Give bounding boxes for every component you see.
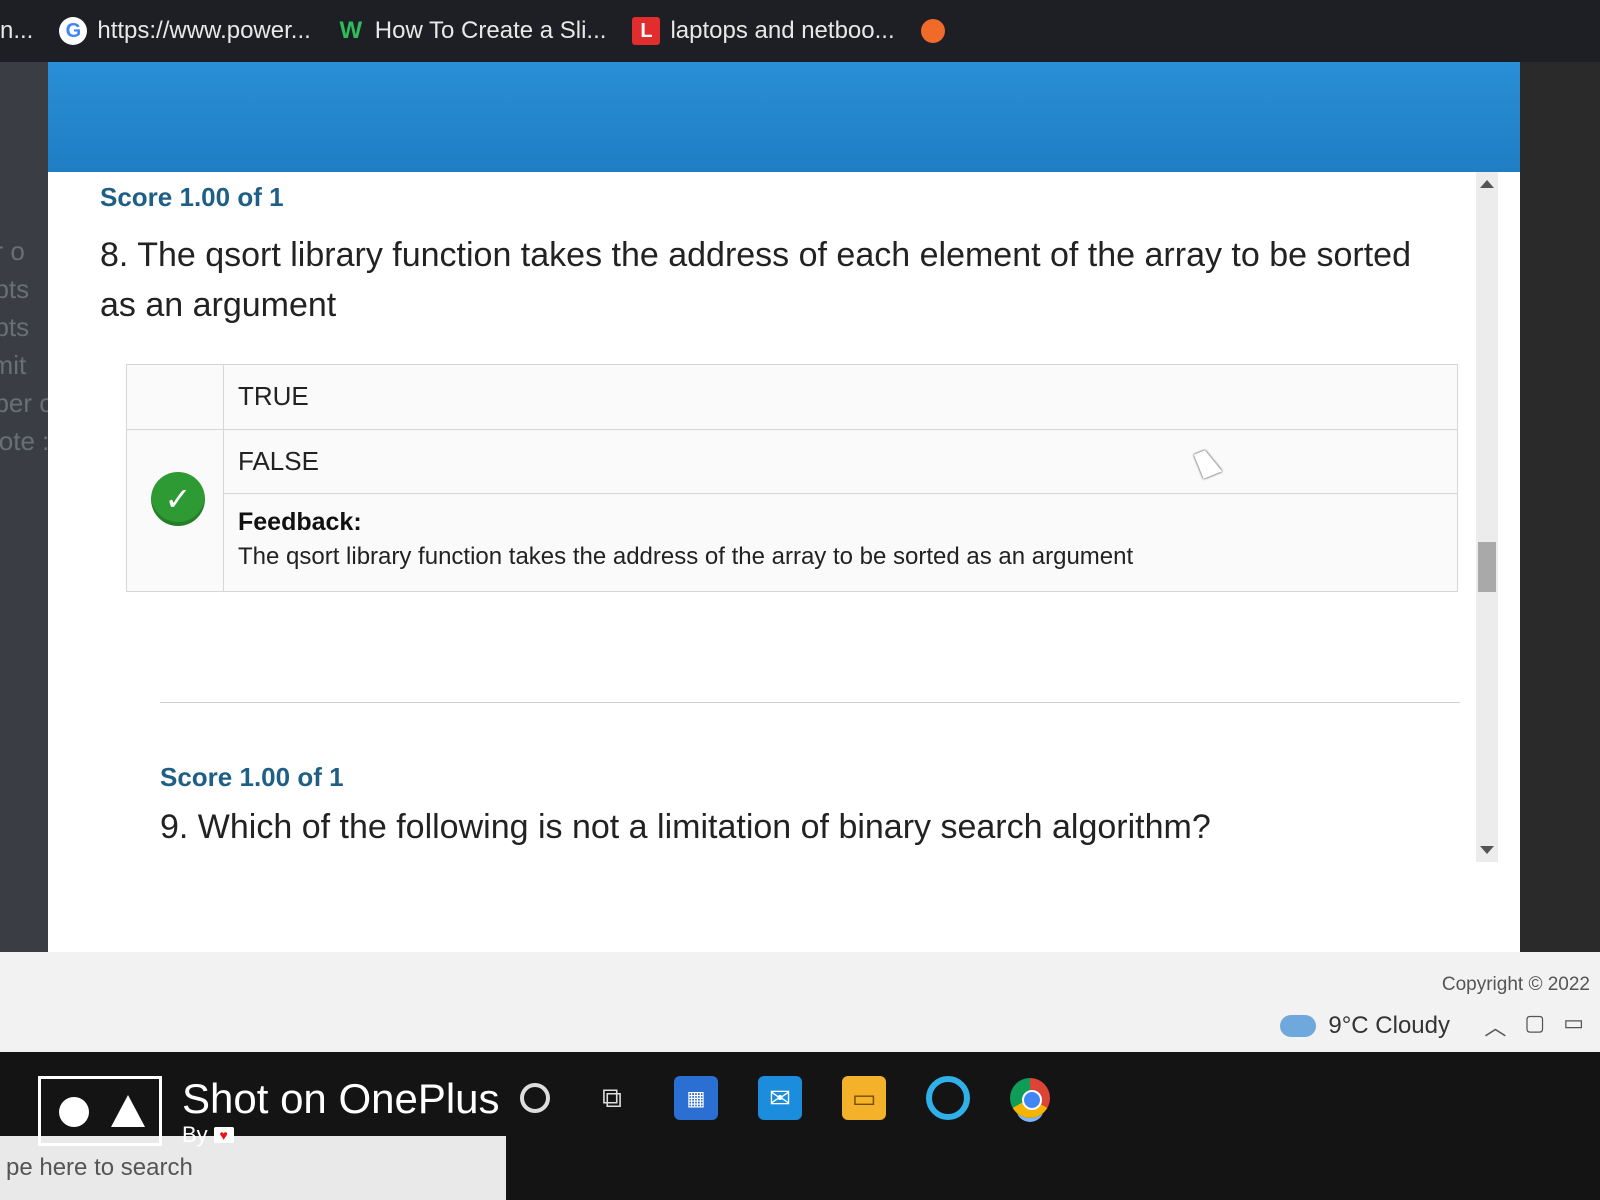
search-placeholder: pe here to search [6,1154,193,1181]
system-tray: ︿ ▢ ▭ [1484,1010,1584,1042]
scroll-down-arrow-icon[interactable] [1480,846,1494,854]
feedback-box: Feedback: The qsort library function tak… [224,494,1457,591]
weather-widget[interactable]: 9°C Cloudy [1280,1012,1450,1040]
bookmarks-bar: n... G https://www.power... W How To Cre… [0,0,1600,62]
correct-check-icon: ✓ [151,472,205,526]
scrollbar-thumb[interactable] [1478,542,1496,592]
mail-icon[interactable]: ✉ [758,1076,802,1120]
answer-table: TRUE ✓ FALSE Feedback: The qsort library… [126,364,1458,592]
left-panel: er o npts npts limit nber o Note : [0,62,48,952]
task-view-icon[interactable]: ⧉ [590,1076,634,1120]
copyright-text: Copyright © 2022 [1441,974,1590,995]
left-panel-text: Note : [0,426,48,456]
question-text: 8. The qsort library function takes the … [100,236,1411,324]
bookmark-item[interactable]: W How To Create a Sli... [337,17,607,45]
chevron-up-icon[interactable]: ︿ [1484,1010,1506,1042]
answer-label: TRUE [238,381,309,411]
device-icon[interactable]: ▢ [1524,1010,1545,1042]
left-panel-text: er o [0,236,25,266]
watermark-by: By ♥ [182,1122,500,1148]
watermark-by-label: By [182,1122,208,1147]
taskbar-apps: ⧉ ▦ ✉ ▭ [520,1076,1050,1120]
w-logo-icon: W [339,17,363,44]
bookmark-label: How To Create a Sli... [374,17,607,44]
bookmark-site-icon [920,19,945,43]
question-score: Score 1.00 of 1 [100,182,284,212]
watermark-text: Shot on OnePlus By ♥ [182,1076,500,1148]
heart-icon: ♥ [213,1127,234,1143]
feedback-text: The qsort library function takes the add… [238,543,1134,570]
left-panel-text: limit [0,350,27,380]
left-panel-text: npts [0,312,30,342]
cloud-icon [1280,1015,1317,1037]
store-icon[interactable]: ▦ [674,1076,718,1120]
camera-logo-icon [38,1076,162,1146]
answer-label: FALSE [224,430,1457,494]
cortana-icon[interactable] [520,1083,550,1113]
answer-mark-cell: ✓ [127,430,224,591]
bookmark-item[interactable] [920,19,945,43]
file-explorer-icon[interactable]: ▭ [842,1076,886,1120]
feedback-label: Feedback: [238,508,362,536]
bookmark-label: https://www.power... [97,17,311,44]
bookmark-item[interactable]: L laptops and netboo... [632,17,895,45]
quiz-panel: Score 1.00 of 1 8. The qsort library fun… [48,62,1520,952]
question-score: Score 1.00 of 1 [160,762,344,792]
bookmark-label: n... [0,17,34,44]
question-divider [160,702,1460,703]
bookmark-item[interactable]: G https://www.power... [59,17,311,45]
l-logo-icon: L [632,17,661,45]
bookmark-item[interactable]: n... [0,17,33,45]
answer-option[interactable]: TRUE [127,365,1457,430]
question-text: 9. Which of the following is not a limit… [160,808,1211,846]
answer-option-selected[interactable]: ✓ FALSE Feedback: The qsort library func… [127,430,1457,591]
camera-watermark: Shot on OnePlus By ♥ [38,1076,500,1148]
watermark-title: Shot on OnePlus [182,1075,500,1122]
vertical-scrollbar[interactable] [1476,172,1498,862]
scroll-up-arrow-icon[interactable] [1480,180,1494,188]
weather-text: 9°C Cloudy [1328,1012,1450,1039]
answer-mark-cell [127,365,224,429]
left-panel-text: nber o [0,388,48,418]
quiz-header-bar [48,62,1520,172]
bookmark-label: laptops and netboo... [670,17,895,44]
google-icon: G [59,17,88,45]
left-panel-text: npts [0,274,30,304]
battery-icon[interactable]: ▭ [1563,1010,1584,1042]
chrome-icon[interactable] [1010,1078,1050,1118]
edge-icon[interactable] [926,1076,970,1120]
